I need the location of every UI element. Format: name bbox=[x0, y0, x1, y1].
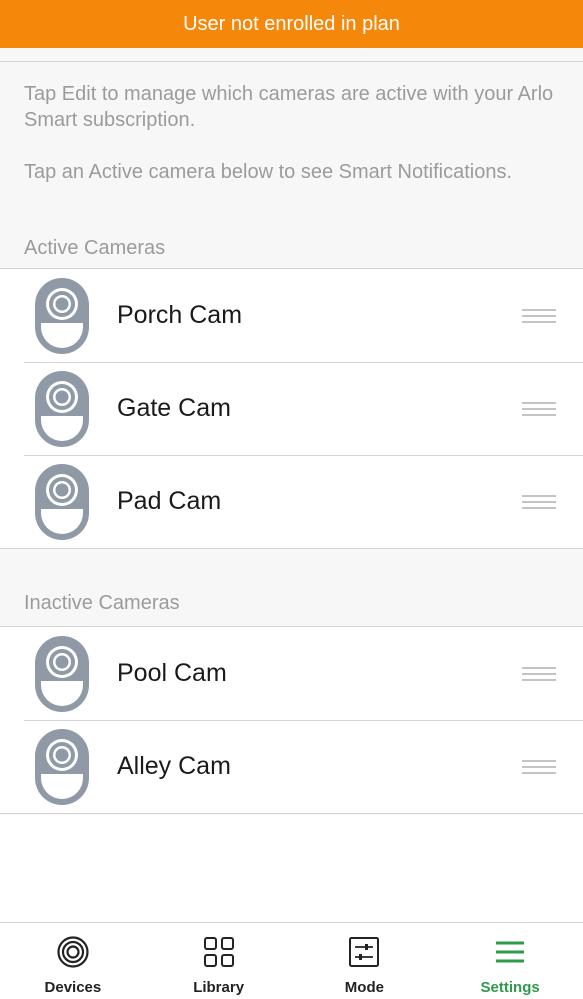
camera-name: Gate Cam bbox=[117, 394, 231, 422]
reorder-handle-icon[interactable] bbox=[522, 308, 556, 323]
divider bbox=[0, 61, 583, 62]
reorder-handle-icon[interactable] bbox=[522, 494, 556, 509]
camera-icon bbox=[35, 371, 89, 447]
tab-settings[interactable]: Settings bbox=[437, 923, 583, 999]
camera-name: Pool Cam bbox=[117, 659, 227, 687]
inactive-cameras-header: Inactive Cameras bbox=[24, 592, 180, 614]
tab-library[interactable]: Library bbox=[146, 923, 292, 999]
active-cameras-list: Porch Cam Gate Cam Pad Cam bbox=[0, 268, 583, 549]
devices-icon bbox=[57, 936, 89, 968]
reorder-handle-icon[interactable] bbox=[522, 759, 556, 774]
tab-label: Devices bbox=[44, 979, 102, 996]
banner-text: User not enrolled in plan bbox=[183, 12, 400, 35]
camera-row-porch[interactable]: Porch Cam bbox=[0, 269, 583, 362]
camera-icon bbox=[35, 729, 89, 805]
tab-label: Settings bbox=[480, 979, 540, 996]
camera-name: Pad Cam bbox=[117, 487, 222, 515]
reorder-handle-icon[interactable] bbox=[522, 401, 556, 416]
enrollment-banner: User not enrolled in plan bbox=[0, 0, 583, 48]
bottom-tab-bar: Devices Library Mode Settings bbox=[0, 922, 583, 999]
empty-area bbox=[0, 815, 583, 922]
camera-row-pool[interactable]: Pool Cam bbox=[0, 627, 583, 720]
tab-label: Mode bbox=[344, 979, 384, 996]
tab-devices[interactable]: Devices bbox=[0, 923, 146, 999]
camera-icon bbox=[35, 464, 89, 540]
screen: User not enrolled in plan Tap Edit to ma… bbox=[0, 0, 583, 999]
edit-instructions: Tap Edit to manage which cameras are act… bbox=[24, 83, 554, 131]
camera-row-alley[interactable]: Alley Cam bbox=[0, 720, 583, 813]
tab-mode[interactable]: Mode bbox=[292, 923, 438, 999]
settings-menu-icon bbox=[496, 941, 525, 963]
camera-row-gate[interactable]: Gate Cam bbox=[0, 362, 583, 455]
camera-name: Porch Cam bbox=[117, 301, 243, 329]
notification-instructions: Tap an Active camera below to see Smart … bbox=[24, 161, 513, 183]
camera-name: Alley Cam bbox=[117, 752, 231, 780]
reorder-handle-icon[interactable] bbox=[522, 666, 556, 681]
mode-sliders-icon bbox=[349, 937, 380, 967]
tab-label: Library bbox=[193, 979, 245, 996]
inactive-cameras-list: Pool Cam Alley Cam bbox=[0, 626, 583, 814]
library-grid-icon bbox=[203, 937, 234, 967]
camera-icon bbox=[35, 636, 89, 712]
camera-icon bbox=[35, 278, 89, 354]
camera-row-pad[interactable]: Pad Cam bbox=[0, 455, 583, 548]
active-cameras-header: Active Cameras bbox=[24, 237, 166, 259]
